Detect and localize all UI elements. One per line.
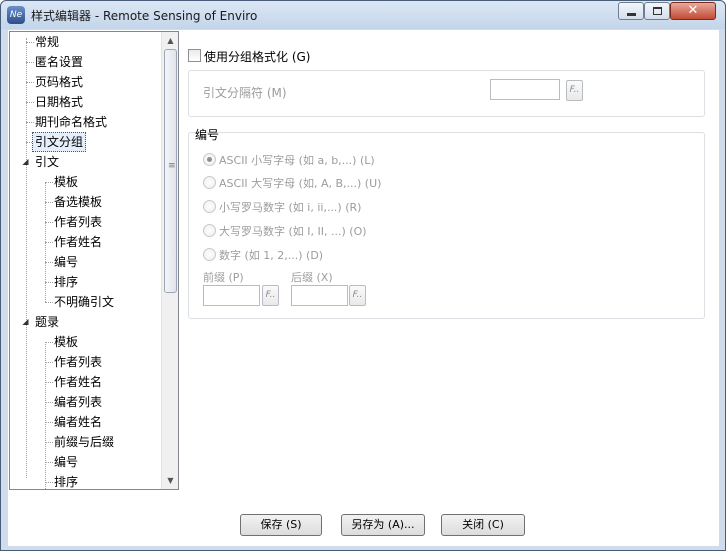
scroll-down-icon[interactable]: ▼	[162, 472, 178, 489]
maximize-icon	[653, 7, 662, 15]
numbering-group-title: 编号	[195, 128, 220, 142]
prefix-input[interactable]	[203, 285, 260, 306]
radio-label: 大写罗马数字 (如 I, II, ...) (O)	[219, 225, 367, 238]
tree-item-bib-author-list[interactable]: 作者列表	[54, 352, 102, 372]
tree-item-editor-name[interactable]: 编者姓名	[54, 412, 102, 432]
prefix-format-button[interactable]: F..	[262, 285, 279, 306]
close-icon: ✕	[687, 3, 699, 18]
use-grouping-checkbox[interactable]	[188, 49, 201, 62]
tree-content: 常规 匿名设置 页码格式 日期格式 期刊命名格式 引文分组 ◢ 引文 模板 备选…	[10, 32, 162, 489]
radio-label: ASCII 小写字母 (如 a, b,...) (L)	[219, 154, 375, 167]
settings-tree: 常规 匿名设置 页码格式 日期格式 期刊命名格式 引文分组 ◢ 引文 模板 备选…	[9, 31, 179, 490]
radio-label: ASCII 大写字母 (如, A, B,...) (U)	[219, 177, 382, 190]
title-bar[interactable]: Ne 样式编辑器 - Remote Sensing of Enviro ✕	[1, 1, 725, 29]
suffix-label: 后缀 (X)	[291, 271, 333, 284]
tree-item-general[interactable]: 常规	[35, 32, 59, 52]
use-grouping-label: 使用分组格式化 (G)	[204, 50, 311, 64]
radio-button[interactable]	[203, 176, 216, 189]
tree-item-ambiguous-templates[interactable]: 备选模板	[54, 192, 102, 212]
tree-item-bib-sort[interactable]: 排序	[54, 472, 78, 489]
collapse-citations-icon[interactable]: ◢	[21, 157, 30, 166]
tree-item-bib-author-name[interactable]: 作者姓名	[54, 372, 102, 392]
maximize-button[interactable]	[644, 2, 670, 20]
radio-button[interactable]	[203, 200, 216, 213]
radio-label: 数字 (如 1, 2,...) (D)	[219, 249, 324, 262]
scroll-up-icon[interactable]: ▲	[162, 32, 178, 49]
style-editor-window: Ne 样式编辑器 - Remote Sensing of Enviro ✕ 常规…	[0, 0, 726, 551]
radio-button[interactable]	[203, 248, 216, 261]
tree-scrollbar[interactable]: ▲ ≡ ▼	[161, 32, 178, 489]
separator-format-button[interactable]: F..	[566, 80, 583, 101]
tree-item-citations-author-list[interactable]: 作者列表	[54, 212, 102, 232]
close-button[interactable]: 关闭 (C)	[441, 514, 525, 536]
minimize-button[interactable]	[618, 2, 644, 20]
radio-button[interactable]	[203, 153, 216, 166]
separator-input[interactable]	[490, 79, 560, 100]
tree-item-citation-grouping[interactable]: 引文分组	[32, 132, 87, 152]
tree-item-bib-templates[interactable]: 模板	[54, 332, 78, 352]
scrollbar-thumb[interactable]: ≡	[164, 49, 177, 293]
close-window-button[interactable]: ✕	[670, 2, 716, 20]
radio-button[interactable]	[203, 224, 216, 237]
tree-item-citations-templates[interactable]: 模板	[54, 172, 78, 192]
dialog-body: 常规 匿名设置 页码格式 日期格式 期刊命名格式 引文分组 ◢ 引文 模板 备选…	[8, 30, 719, 546]
suffix-input[interactable]	[291, 285, 348, 306]
tree-item-ambiguous-citations[interactable]: 不明确引文	[54, 292, 114, 312]
collapse-bibliography-icon[interactable]: ◢	[21, 317, 30, 326]
minimize-icon	[627, 13, 636, 16]
tree-item-citations[interactable]: 引文	[35, 152, 59, 172]
radio-label: 小写罗马数字 (如 i, ii,...) (R)	[219, 201, 362, 214]
app-logo-icon: Ne	[7, 6, 25, 24]
save-as-button[interactable]: 另存为 (A)...	[341, 514, 425, 536]
separator-group: 引文分隔符 (M) F..	[188, 70, 705, 117]
tree-item-citations-sort[interactable]: 排序	[54, 272, 78, 292]
grip-icon: ≡	[168, 161, 176, 171]
tree-item-citations-author-name[interactable]: 作者姓名	[54, 232, 102, 252]
tree-item-citations-numbering[interactable]: 编号	[54, 252, 78, 272]
tree-item-editor-list[interactable]: 编者列表	[54, 392, 102, 412]
tree-item-prefix-suffix[interactable]: 前缀与后缀	[54, 432, 114, 452]
window-title: 样式编辑器 - Remote Sensing of Enviro	[31, 9, 258, 23]
separator-label: 引文分隔符 (M)	[203, 86, 287, 100]
save-button[interactable]: 保存 (S)	[240, 514, 322, 536]
tree-item-date-format[interactable]: 日期格式	[35, 92, 83, 112]
suffix-format-button[interactable]: F..	[349, 285, 366, 306]
tree-item-bibliography[interactable]: 题录	[35, 312, 59, 332]
tree-item-anonymous[interactable]: 匿名设置	[35, 52, 83, 72]
tree-item-page-numbers[interactable]: 页码格式	[35, 72, 83, 92]
tree-item-journal-names[interactable]: 期刊命名格式	[35, 112, 107, 132]
prefix-label: 前缀 (P)	[203, 271, 244, 284]
tree-item-bib-numbering[interactable]: 编号	[54, 452, 78, 472]
